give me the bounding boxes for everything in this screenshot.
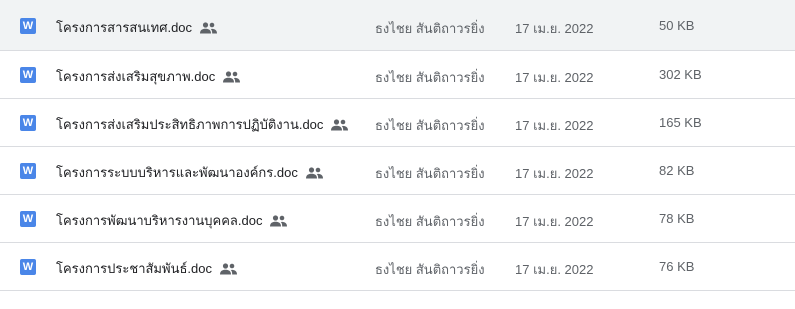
shared-people-icon xyxy=(223,70,241,82)
file-name[interactable]: โครงการพัฒนาบริหารงานบุคคล.doc xyxy=(56,210,262,231)
modified-date: 17 เม.ย. 2022 xyxy=(515,21,594,36)
shared-people-icon xyxy=(331,118,349,130)
file-name[interactable]: โครงการประชาสัมพันธ์.doc xyxy=(56,258,212,279)
file-size: 78 KB xyxy=(659,211,695,226)
file-name-cell: โครงการส่งเสริมประสิทธิภาพการปฏิบัติงาน.… xyxy=(56,114,349,135)
shared-people-icon xyxy=(200,21,218,33)
word-doc-icon: W xyxy=(20,211,36,227)
file-row[interactable]: W โครงการประชาสัมพันธ์.doc ธงไชย สันติถา… xyxy=(0,243,795,291)
file-row[interactable]: W โครงการสารสนเทศ.doc ธงไชย สันติถาวรยิ่… xyxy=(0,0,795,51)
file-name-cell: โครงการพัฒนาบริหารงานบุคคล.doc xyxy=(56,210,288,231)
file-name[interactable]: โครงการสารสนเทศ.doc xyxy=(56,17,192,38)
file-size: 76 KB xyxy=(659,259,695,274)
modified-date: 17 เม.ย. 2022 xyxy=(515,118,594,133)
owner-name: ธงไชย สันติถาวรยิ่ง xyxy=(375,214,485,229)
file-size: 82 KB xyxy=(659,163,695,178)
file-name-cell: โครงการส่งเสริมสุขภาพ.doc xyxy=(56,66,241,87)
file-row[interactable]: W โครงการส่งเสริมสุขภาพ.doc ธงไชย สันติถ… xyxy=(0,51,795,99)
file-size: 50 KB xyxy=(659,18,695,33)
shared-people-icon xyxy=(219,262,237,274)
file-name-cell: โครงการประชาสัมพันธ์.doc xyxy=(56,258,237,279)
word-doc-icon: W xyxy=(20,18,36,34)
file-row[interactable]: W โครงการพัฒนาบริหารงานบุคคล.doc ธงไชย ส… xyxy=(0,195,795,243)
word-doc-icon: W xyxy=(20,259,36,275)
file-name[interactable]: โครงการระบบบริหารและพัฒนาองค์กร.doc xyxy=(56,162,298,183)
file-list: W โครงการสารสนเทศ.doc ธงไชย สันติถาวรยิ่… xyxy=(0,0,795,291)
shared-people-icon xyxy=(270,214,288,226)
owner-name: ธงไชย สันติถาวรยิ่ง xyxy=(375,70,485,85)
modified-date: 17 เม.ย. 2022 xyxy=(515,70,594,85)
modified-date: 17 เม.ย. 2022 xyxy=(515,262,594,277)
file-size: 165 KB xyxy=(659,115,702,130)
file-size: 302 KB xyxy=(659,67,702,82)
file-name-cell: โครงการสารสนเทศ.doc xyxy=(56,17,218,38)
modified-date: 17 เม.ย. 2022 xyxy=(515,166,594,181)
owner-name: ธงไชย สันติถาวรยิ่ง xyxy=(375,166,485,181)
file-name-cell: โครงการระบบบริหารและพัฒนาองค์กร.doc xyxy=(56,162,323,183)
owner-name: ธงไชย สันติถาวรยิ่ง xyxy=(375,118,485,133)
shared-people-icon xyxy=(305,166,323,178)
word-doc-icon: W xyxy=(20,67,36,83)
word-doc-icon: W xyxy=(20,115,36,131)
file-name[interactable]: โครงการส่งเสริมสุขภาพ.doc xyxy=(56,66,215,87)
file-row[interactable]: W โครงการส่งเสริมประสิทธิภาพการปฏิบัติงา… xyxy=(0,99,795,147)
file-name[interactable]: โครงการส่งเสริมประสิทธิภาพการปฏิบัติงาน.… xyxy=(56,114,323,135)
file-row[interactable]: W โครงการระบบบริหารและพัฒนาองค์กร.doc ธง… xyxy=(0,147,795,195)
word-doc-icon: W xyxy=(20,163,36,179)
owner-name: ธงไชย สันติถาวรยิ่ง xyxy=(375,262,485,277)
owner-name: ธงไชย สันติถาวรยิ่ง xyxy=(375,21,485,36)
modified-date: 17 เม.ย. 2022 xyxy=(515,214,594,229)
